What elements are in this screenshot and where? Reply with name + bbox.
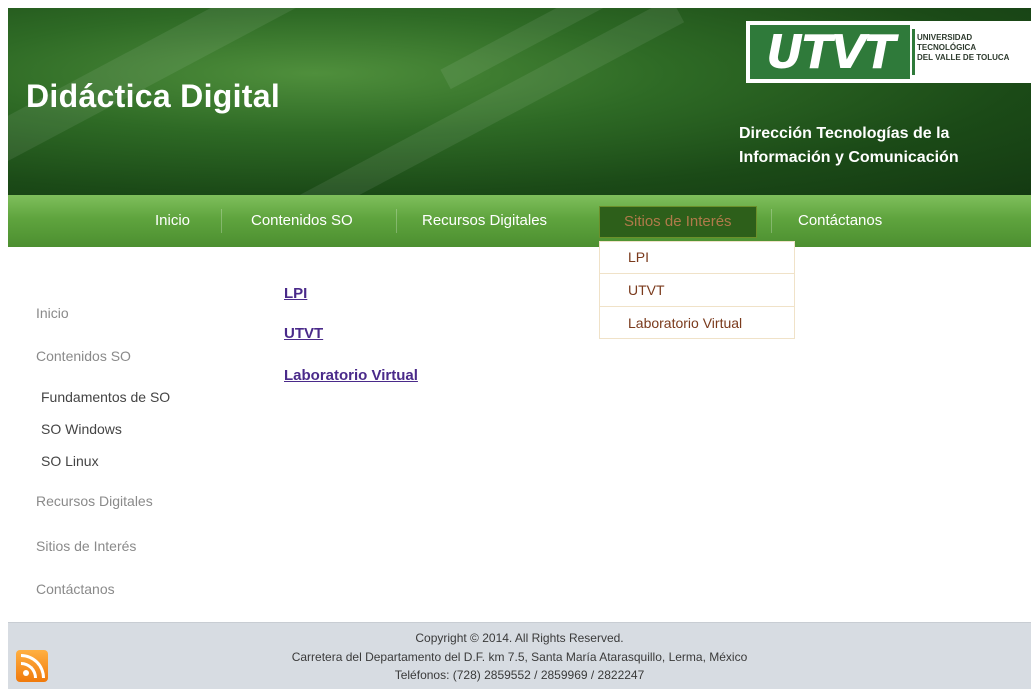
subtitle-line: Dirección Tecnologías de la [739,125,950,142]
nav-item-inicio[interactable]: Inicio [155,212,190,229]
main-link-utvt[interactable]: UTVT [284,325,323,342]
header-subtitle: Dirección Tecnologías de la Información … [739,122,959,170]
main-nav: Inicio Contenidos SO Recursos Digitales … [8,195,1031,247]
main-link-laboratorio-virtual[interactable]: Laboratorio Virtual [284,367,418,384]
sidebar-item-recursos-digitales[interactable]: Recursos Digitales [36,493,153,509]
site-title: Didáctica Digital [26,78,281,114]
dropdown-item-utvt[interactable]: UTVT [628,282,665,298]
main-link-lpi[interactable]: LPI [284,285,307,302]
sidebar-item-so-windows[interactable]: SO Windows [41,421,122,437]
subtitle-line: Información y Comunicación [739,149,959,166]
sidebar-item-so-linux[interactable]: SO Linux [41,453,99,469]
dropdown-item-lpi[interactable]: LPI [628,249,649,265]
dropdown-item-laboratorio-virtual[interactable]: Laboratorio Virtual [628,315,742,331]
logo-mark: UTVT [750,25,910,79]
sidebar-item-contenidos-so[interactable]: Contenidos SO [36,348,131,364]
sidebar-item-fundamentos-de-so[interactable]: Fundamentos de SO [41,389,170,405]
logo-text-line: UNIVERSIDAD [917,33,973,42]
header-decoration [211,8,685,195]
nav-item-contenidos-so[interactable]: Contenidos SO [251,212,353,229]
nav-separator [221,209,222,233]
nav-item-contactanos[interactable]: Contáctanos [798,212,882,229]
dropdown-divider [600,273,794,274]
logo-text: UNIVERSIDAD TECNOLÓGICA DEL VALLE DE TOL… [917,33,1009,63]
sitios-dropdown-menu: LPI UTVT Laboratorio Virtual [599,241,795,339]
dropdown-divider [600,306,794,307]
sidebar-item-inicio[interactable]: Inicio [36,305,69,321]
logo-text-line: DEL VALLE DE TOLUCA [917,53,1010,62]
sidebar-item-sitios-de-interes[interactable]: Sitios de Interés [36,538,136,554]
utvt-logo[interactable]: UTVT UNIVERSIDAD TECNOLÓGICA DEL VALLE D… [746,21,1031,83]
nav-separator [396,209,397,233]
site-footer: Copyright © 2014. All Rights Reserved. C… [8,622,1031,689]
page-top-strip [0,0,1031,8]
logo-text-line: TECNOLÓGICA [917,43,977,52]
sidebar-item-contactanos[interactable]: Contáctanos [36,581,115,597]
nav-item-recursos-digitales[interactable]: Recursos Digitales [422,212,547,229]
footer-phones: Teléfonos: (728) 2859552 / 2859969 / 282… [394,668,645,682]
site-header: Didáctica Digital UTVT UNIVERSIDAD TECNO… [8,8,1031,195]
logo-divider [912,29,915,75]
footer-address: Carretera del Departamento del D.F. km 7… [291,650,748,664]
nav-separator [771,209,772,233]
nav-item-sitios-de-interes[interactable]: Sitios de Interés [599,206,757,238]
footer-copyright: Copyright © 2014. All Rights Reserved. [415,631,624,645]
